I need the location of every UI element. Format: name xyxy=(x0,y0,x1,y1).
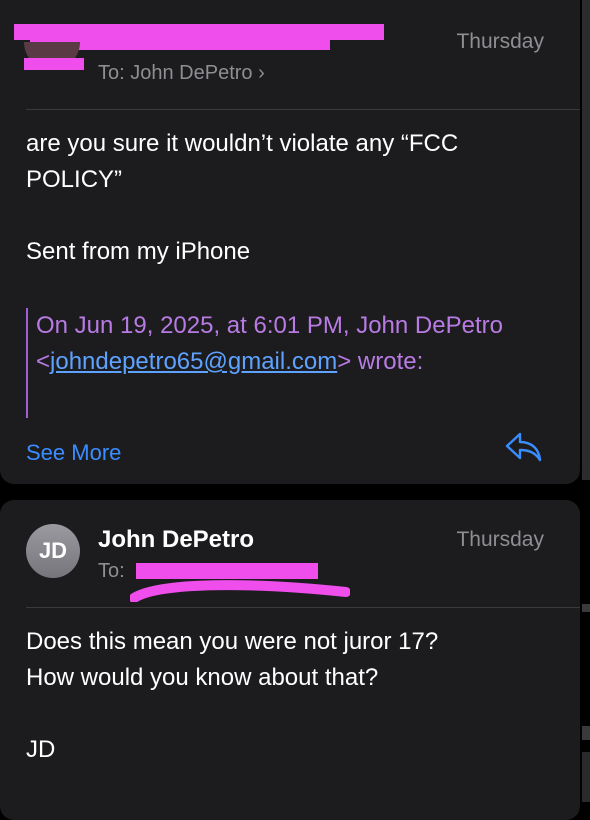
email-open-bracket: < xyxy=(36,348,51,375)
message-date: Thursday xyxy=(456,528,544,551)
message-body: Does this mean you were not juror 17? Ho… xyxy=(26,628,439,763)
recipient-line[interactable]: To: John DePetro › xyxy=(98,62,265,85)
sender-name: John DePetro xyxy=(98,526,255,553)
see-more-link[interactable]: See More xyxy=(26,440,121,466)
message-date: Thursday xyxy=(456,30,544,53)
divider xyxy=(26,607,580,608)
scrollbar-track xyxy=(582,0,590,480)
divider xyxy=(26,109,580,110)
to-label: To: xyxy=(98,560,125,582)
redaction-mark xyxy=(24,58,84,70)
scrollbar-thumb[interactable] xyxy=(582,604,590,612)
quote-header: On Jun 19, 2025, at 6:01 PM, John DePetr… xyxy=(36,312,503,339)
message-card-1[interactable]: Thursday To: John DePetro › are you sure… xyxy=(0,0,580,484)
email-close-bracket: > xyxy=(337,348,352,375)
email-link[interactable]: johndepetro65@gmail.com xyxy=(50,348,337,375)
to-label: To: xyxy=(98,62,125,84)
quoted-reply: On Jun 19, 2025, at 6:01 PM, John DePetr… xyxy=(26,308,556,418)
chevron-right-icon[interactable]: › xyxy=(258,62,265,84)
recipient-line[interactable]: To: xyxy=(98,560,125,583)
avatar: JD xyxy=(26,524,80,578)
message-body: are you sure it wouldn’t violate any “FC… xyxy=(26,130,459,265)
scrollbar-track xyxy=(582,752,590,802)
redaction-mark xyxy=(129,576,351,603)
recipient-name[interactable]: John DePetro xyxy=(130,62,252,84)
message-card-2[interactable]: JD John DePetro Thursday To: Does this m… xyxy=(0,500,580,820)
scrollbar-thumb[interactable] xyxy=(582,726,590,740)
reply-icon[interactable] xyxy=(504,430,544,464)
quote-suffix: wrote: xyxy=(351,348,424,375)
